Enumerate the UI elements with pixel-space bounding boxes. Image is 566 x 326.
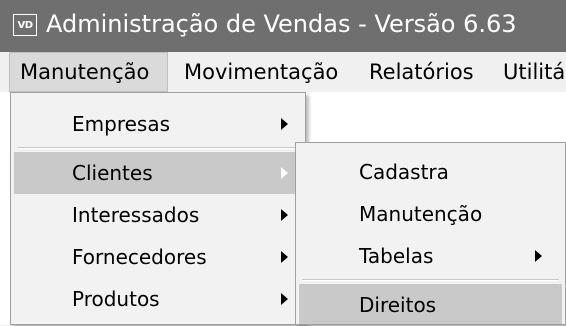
manutencao-dropdown-menu: Empresas Clientes Interessados Fornecedo… [10,92,306,325]
menu-item-label: Empresas [72,112,170,136]
submenu-arrow-icon [281,251,288,263]
menu-item-label: Produtos [72,287,160,311]
menu-item-label: Fornecedores [72,245,207,269]
menubar: Manutenção Movimentação Relatórios Utili… [0,52,566,92]
menu-item-produtos[interactable]: Produtos [14,278,302,320]
menubar-item-movimentacao[interactable]: Movimentação [184,52,338,92]
clientes-submenu: Cadastra Manutenção Tabelas Direitos [295,142,566,325]
menubar-item-utilitarios[interactable]: Utilitá [503,52,565,92]
menu-separator [302,279,559,281]
window-titlebar: VD Administração de Vendas - Versão 6.63 [0,0,566,52]
app-icon: VD [13,14,37,36]
submenu-arrow-icon [281,293,288,305]
submenu-item-direitos[interactable]: Direitos [299,284,562,324]
menu-item-fornecedores[interactable]: Fornecedores [14,236,302,278]
submenu-item-tabelas[interactable]: Tabelas [299,235,562,277]
submenu-arrow-icon [281,118,288,130]
menu-item-empresas[interactable]: Empresas [14,103,302,145]
menu-item-label: Manutenção [359,202,483,226]
menu-item-label: Clientes [72,161,153,185]
window-title: Administração de Vendas - Versão 6.63 [46,10,517,38]
menu-item-label: Direitos [359,293,437,317]
menubar-item-relatorios[interactable]: Relatórios [369,52,474,92]
app-icon-text: VD [17,19,33,31]
submenu-arrow-icon [535,250,542,262]
submenu-arrow-icon [281,167,288,179]
menu-item-label: Cadastra [359,160,449,184]
submenu-item-manutencao[interactable]: Manutenção [299,193,562,235]
menu-item-label: Interessados [72,203,200,227]
menu-separator [17,147,299,149]
submenu-item-cadastra[interactable]: Cadastra [299,151,562,193]
menu-item-label: Tabelas [359,244,434,268]
menu-item-interessados[interactable]: Interessados [14,194,302,236]
submenu-arrow-icon [281,209,288,221]
menubar-item-manutencao[interactable]: Manutenção [9,52,168,92]
menu-item-clientes[interactable]: Clientes [14,152,302,194]
